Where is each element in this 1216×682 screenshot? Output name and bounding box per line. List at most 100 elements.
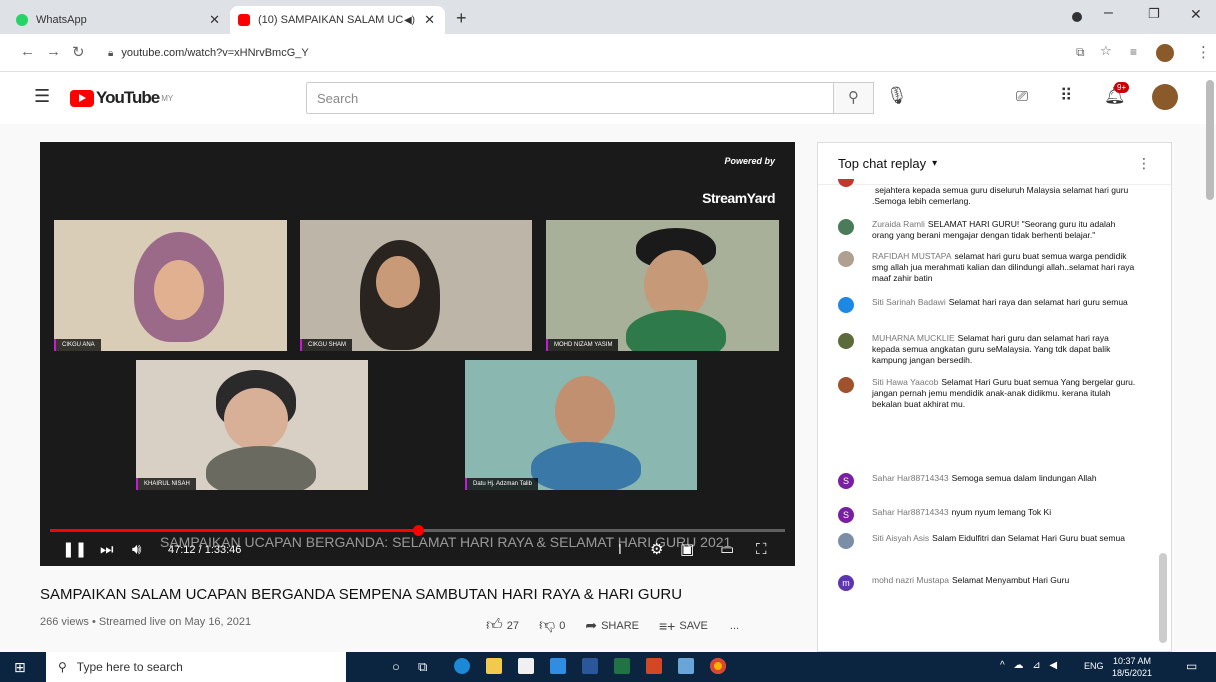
chat-author-avatar[interactable] [838,219,854,235]
dropdown-arrow-icon[interactable]: ▾ [932,158,937,169]
profile-avatar[interactable] [1156,44,1174,62]
dislike-count[interactable]: 0 [559,620,565,632]
dislike-icon[interactable]: 👎︎ [539,616,555,635]
save-playlist-icon[interactable]: ≡+ [659,618,675,634]
fullscreen-icon[interactable]: ⛶ [756,541,767,558]
minimize-button[interactable]: – [1104,4,1113,22]
tab-youtube[interactable]: (10) SAMPAIKAN SALAM UC ◀︎) ✕ [230,6,445,34]
chat-header: Top chat replay ▾ ⋮ [818,143,1171,185]
chat-author-name[interactable]: Siti Aisyah Asis [872,533,929,543]
url-field[interactable]: 🔒︎ youtube.com/watch?v=xHNrvBmcG_Y [108,40,1108,66]
chat-author-name[interactable]: RAFIDAH MUSTAPA [872,251,952,261]
microphone-icon[interactable]: 🎙︎ [886,86,908,106]
chrome-menu-icon[interactable]: ⋮ [1196,43,1211,61]
share-button[interactable]: SHARE [601,620,639,632]
volume-icon[interactable]: 🔊︎ [132,541,141,558]
chat-author-name[interactable]: Sahar Har88714343 [872,473,949,483]
chat-menu-icon[interactable]: ⋮ [1137,155,1151,172]
miniplayer-icon[interactable]: ▣ [680,540,694,558]
close-window-button[interactable]: ✕ [1190,6,1202,23]
translate-icon[interactable]: ⧉ [1076,45,1085,60]
chat-author-avatar[interactable] [838,333,854,349]
chat-author-avatar[interactable] [838,179,854,187]
chat-author-name[interactable]: mohd nazri Mustapa [872,575,949,585]
chat-author-avatar[interactable]: S [838,507,854,523]
windows-start-icon[interactable]: ⊞ [14,659,26,676]
share-icon[interactable]: ➦ [585,617,597,634]
next-icon[interactable]: ⏭︎ [100,541,114,558]
url-text: youtube.com/watch?v=xHNrvBmcG_Y [121,47,309,59]
chat-author-avatar[interactable] [838,377,854,393]
edge-icon[interactable] [454,658,470,674]
chat-author-name[interactable]: Siti Hawa Yaacob [872,377,938,387]
store-icon[interactable] [518,658,534,674]
chat-author-avatar[interactable] [838,297,854,313]
chat-author-name[interactable]: Zuraida Ramli [872,219,925,229]
apps-grid-icon[interactable]: ⠿ [1060,86,1072,106]
powerpoint-icon[interactable] [646,658,662,674]
more-actions-button[interactable]: ... [730,620,739,632]
chat-author-avatar[interactable] [838,533,854,549]
action-center-icon[interactable]: ▭ [1186,659,1197,673]
language-indicator[interactable]: ENG [1084,661,1104,671]
audio-playing-icon[interactable]: ◀︎) [404,15,415,26]
new-tab-button[interactable]: + [456,8,467,29]
page-scrollbar[interactable] [1206,80,1214,200]
chat-author-avatar[interactable]: m [838,575,854,591]
chat-author-avatar[interactable] [838,251,854,267]
clock[interactable]: 10:37 AM 18/5/2021 [1112,655,1152,679]
chat-message: sejahtera kepada semua guru diseluruh Ma… [838,179,1138,207]
mail-icon[interactable] [550,658,566,674]
video-player[interactable]: Powered by StreamYard CIKGU ANA CIKGU SH… [40,142,795,566]
profile-dot-icon[interactable] [1072,12,1082,22]
back-icon[interactable]: ← [20,43,35,60]
bookmark-star-icon[interactable]: ☆ [1100,43,1112,59]
reading-list-icon[interactable]: ≡ [1130,45,1137,59]
participant-tile: CIKGU ANA [54,220,287,351]
address-bar: ← → ↻ 🔒︎ youtube.com/watch?v=xHNrvBmcG_Y… [0,34,1216,72]
theater-mode-icon[interactable]: ▭ [720,540,734,558]
chat-author-avatar[interactable]: S [838,473,854,489]
chat-scrollbar[interactable] [1159,553,1167,643]
chat-author-name[interactable]: Siti Sarinah Badawi [872,297,946,307]
participant-name: MOHD NIZAM YASIM [546,339,619,351]
save-button[interactable]: SAVE [679,620,708,632]
youtube-logo[interactable]: YouTube MY [70,88,173,108]
system-tray-icons[interactable]: ^ ☁ ⊿ ◀ [1000,660,1060,671]
tab-whatsapp[interactable]: WhatsApp ✕ [8,6,230,34]
photos-icon[interactable] [678,658,694,674]
search-icon[interactable]: ⚲ [834,82,874,114]
task-view-icon[interactable]: ⧉ [418,659,427,675]
youtube-play-logo-icon [70,89,94,107]
close-tab-icon[interactable]: ✕ [209,12,220,28]
reload-icon[interactable]: ↻ [72,43,85,61]
search-input[interactable]: Search [306,82,834,114]
chat-message-text: Selamat hari raya dan selamat hari guru … [948,297,1128,307]
chat-author-name[interactable]: Sahar Har88714343 [872,507,949,517]
chat-message: Siti Hawa Yaacob Selamat Hari Guru buat s… [838,377,1138,410]
hamburger-menu-icon[interactable]: ☰ [34,86,50,107]
taskbar-search-input[interactable]: ⚲ Type here to search [46,652,346,682]
participant-name: Datu Hj. Adzman Talib [465,478,538,490]
chrome-icon[interactable] [710,658,726,674]
create-video-icon[interactable]: ⎚ [1016,88,1028,105]
close-tab-icon[interactable]: ✕ [424,12,435,28]
excel-icon[interactable] [614,658,630,674]
like-icon[interactable]: 👍︎ [486,616,503,635]
cortana-icon[interactable]: ○ [392,659,400,674]
account-avatar[interactable] [1152,84,1178,110]
maximize-button[interactable]: ❐ [1148,6,1160,22]
autoplay-toggle-icon[interactable]: ⏽ [614,541,626,558]
forward-icon[interactable]: → [46,43,61,60]
chat-message-text: Salam Eidulfitri dan Selamat Hari Guru b… [932,533,1125,543]
video-progress-bar[interactable] [50,525,785,536]
participant-tile: CIKGU SHAM [300,220,532,351]
chat-message-text: nyum nyum lemang Tok Ki [951,507,1052,517]
word-icon[interactable] [582,658,598,674]
file-explorer-icon[interactable] [486,658,502,674]
chat-author-name[interactable]: MUHARNA MUCKLIE [872,333,955,343]
pause-icon[interactable]: ❚❚ [62,540,87,558]
chat-mode-selector[interactable]: Top chat replay [838,156,926,171]
settings-gear-icon[interactable]: ⚙︎ [650,540,663,558]
like-count[interactable]: 27 [507,620,519,632]
